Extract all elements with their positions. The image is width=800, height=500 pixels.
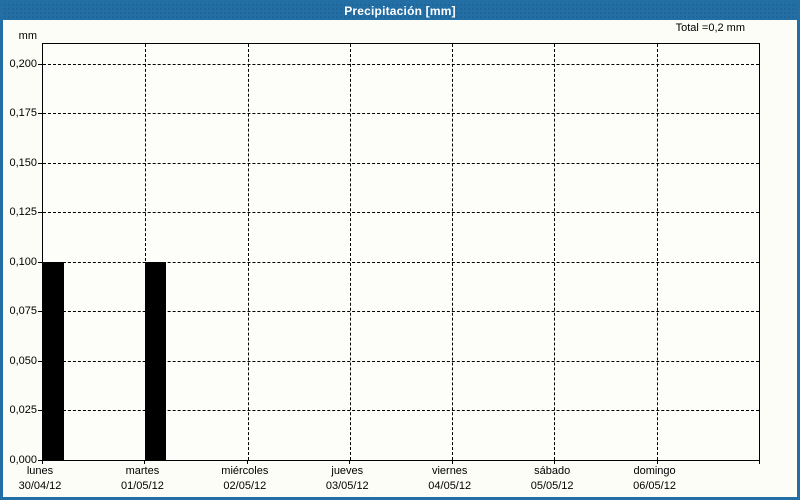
- day-name-label: martes: [125, 465, 160, 477]
- chart-title: Precipitación [mm]: [344, 4, 456, 18]
- y-tick-label: 0,125: [9, 206, 37, 219]
- plot-area: [42, 43, 760, 461]
- x-axis-tick: [42, 461, 43, 464]
- x-axis-tick: [144, 461, 146, 464]
- v-gridline: [656, 44, 658, 460]
- day-name-label: miércoles: [221, 465, 269, 477]
- h-gridline: [43, 162, 759, 164]
- x-axis-tick: [759, 461, 760, 464]
- y-axis-unit-label: mm: [18, 30, 37, 42]
- x-tick-label: domingo 06/05/12: [600, 464, 710, 494]
- day-name-label: viernes: [431, 465, 468, 477]
- x-axis-tick: [349, 461, 351, 464]
- y-tick-label: 0,200: [9, 57, 37, 70]
- x-tick-label: sábado 05/05/12: [497, 464, 607, 494]
- day-date-label: 01/05/12: [121, 480, 164, 492]
- precipitation-bar: [43, 261, 64, 460]
- day-name-label: sábado: [534, 465, 571, 477]
- x-tick-label: viernes 04/05/12: [395, 464, 505, 494]
- plot-inner: [43, 44, 759, 460]
- y-tick-label: 0,100: [9, 255, 37, 268]
- day-date-label: 30/04/12: [18, 480, 62, 492]
- x-tick-label: miércoles 02/05/12: [190, 464, 300, 494]
- day-date-label: 03/05/12: [325, 480, 369, 492]
- day-name-label: jueves: [331, 465, 364, 477]
- x-tick-label: jueves 03/05/12: [292, 464, 402, 494]
- v-gridline: [349, 44, 351, 460]
- y-tick-label: 0,150: [9, 156, 37, 169]
- h-gridline: [43, 212, 759, 214]
- precipitation-bar: [145, 261, 167, 460]
- day-date-label: 05/05/12: [530, 480, 574, 492]
- total-label: Total =0,2 mm: [675, 22, 745, 34]
- day-name-label: domingo: [633, 465, 676, 477]
- day-name-label: lunes: [26, 465, 54, 477]
- v-gridline: [554, 44, 556, 460]
- h-gridline: [43, 63, 759, 65]
- day-date-label: 04/05/12: [428, 480, 472, 492]
- x-tick-label: martes 01/05/12: [87, 464, 197, 494]
- v-gridline: [452, 44, 454, 460]
- x-axis-tick: [451, 461, 453, 464]
- y-tick-label: 0,025: [9, 404, 37, 417]
- title-bar: Precipitación [mm]: [3, 3, 797, 20]
- y-tick-label: 0,175: [9, 107, 37, 120]
- x-axis-tick: [554, 461, 556, 464]
- h-gridline: [43, 113, 759, 115]
- y-tick-label: 0,050: [9, 354, 37, 367]
- y-tick-label: 0,000: [9, 454, 37, 466]
- x-axis-tick: [246, 461, 248, 464]
- x-axis-tick: [656, 461, 658, 464]
- v-gridline: [247, 44, 249, 460]
- y-tick-label: 0,075: [9, 305, 37, 318]
- x-tick-label: lunes 30/04/12: [3, 464, 95, 494]
- day-date-label: 02/05/12: [223, 480, 267, 492]
- day-date-label: 06/05/12: [633, 480, 676, 492]
- precipitation-chart-window: Precipitación [mm] Total =0,2 mm mm 0,00…: [0, 0, 800, 500]
